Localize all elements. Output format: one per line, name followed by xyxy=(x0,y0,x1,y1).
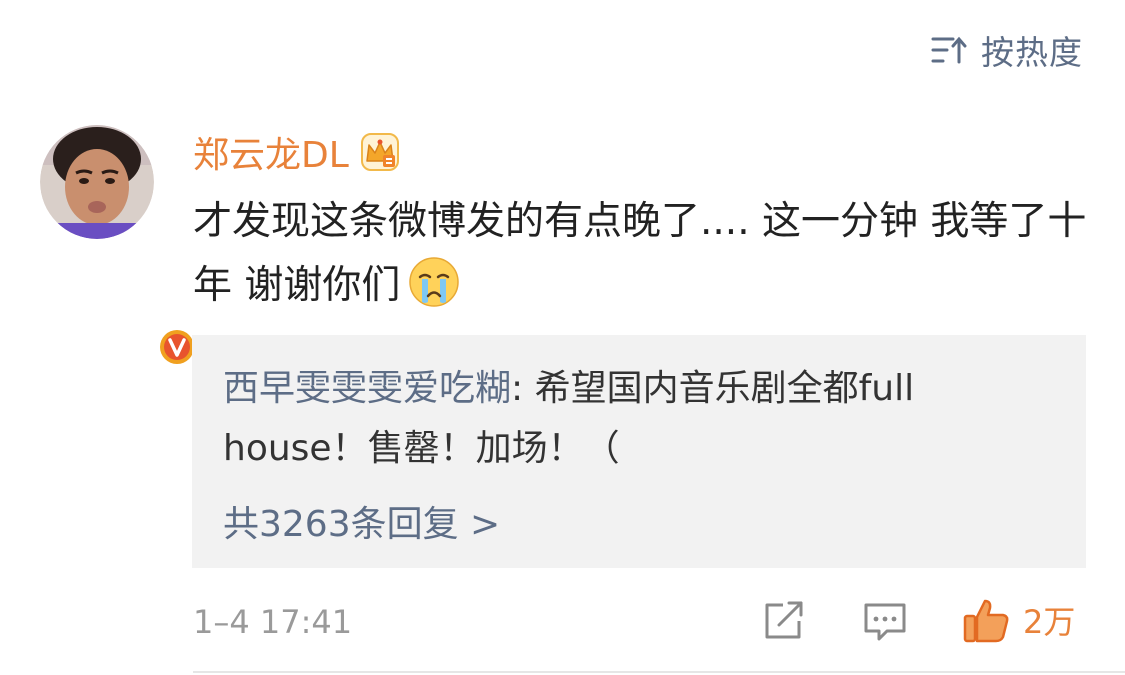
share-button[interactable] xyxy=(763,601,805,645)
like-button[interactable]: 2万 xyxy=(963,597,1075,643)
like-count: 2万 xyxy=(1023,603,1076,641)
comment-body: 才发现这条微博发的有点晚了.... 这一分钟 我等了十年 谢谢你们 xyxy=(193,199,1087,308)
thumbs-up-icon xyxy=(963,599,1009,643)
crown-icon[interactable] xyxy=(359,131,401,173)
comment-text: 才发现这条微博发的有点晚了.... 这一分钟 我等了十年 谢谢你们 xyxy=(193,190,1093,328)
comment-button[interactable] xyxy=(863,601,907,647)
timestamp: 1–4 17:41 xyxy=(193,603,353,641)
crying-face-icon xyxy=(408,256,460,328)
sort-by-hot-button[interactable]: 按热度 xyxy=(931,26,1083,74)
sort-icon xyxy=(931,35,967,65)
reply-separator: : xyxy=(511,368,535,409)
share-icon xyxy=(765,601,803,639)
sort-label: 按热度 xyxy=(981,33,1083,72)
comment-icon xyxy=(864,603,906,641)
comment-username[interactable]: 郑云龙DL xyxy=(193,126,349,178)
reply-username[interactable]: 西早雯雯雯爱吃糊 xyxy=(223,368,511,409)
reply-text: 西早雯雯雯爱吃糊: 希望国内音乐剧全都full house！售罄！加场！（ xyxy=(223,359,1043,479)
comment-footer: 1–4 17:41 2万 xyxy=(193,597,1083,645)
divider xyxy=(193,671,1125,673)
view-all-replies-link[interactable]: 共3263条回复 > xyxy=(223,495,500,547)
reply-preview[interactable]: 西早雯雯雯爱吃糊: 希望国内音乐剧全都full house！售罄！加场！（ 共3… xyxy=(192,335,1086,568)
avatar[interactable] xyxy=(40,125,197,367)
